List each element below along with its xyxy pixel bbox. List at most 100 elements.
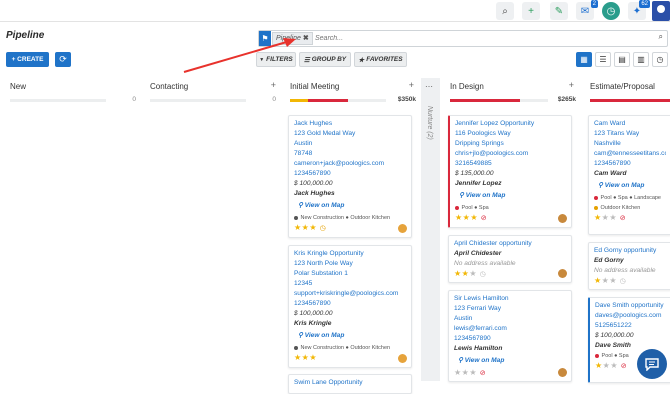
column-nurture-collapsed[interactable]: ⋯ Nurture (2) — [421, 78, 440, 381]
priority-stars[interactable]: ★★★ ◷ — [594, 276, 666, 287]
activity-clock-icon[interactable]: ◷ — [480, 271, 487, 278]
stars-filled: ★★★ — [294, 353, 318, 362]
overdue-icon[interactable]: ⊘ — [620, 215, 626, 222]
mail-icon[interactable]: ✉ 2 — [576, 0, 598, 20]
priority-stars[interactable]: ★★★ ⊘ — [455, 213, 566, 224]
opportunity-card[interactable]: Ed Gorny opportunity Ed Gorny No address… — [588, 242, 670, 290]
view-on-map-link[interactable]: ⚲ View on Map — [598, 181, 666, 191]
card-title[interactable]: Kris Kringle Opportunity — [294, 249, 406, 259]
search-bar[interactable]: ⚑ Pipeline✖ ⌕ — [258, 30, 668, 47]
card-city[interactable]: Polar Substation 1 — [294, 269, 406, 279]
tag-dot — [294, 345, 298, 350]
card-address[interactable]: 123 Ferrari Way — [454, 304, 566, 314]
assignee-avatar[interactable] — [398, 354, 407, 363]
bookmark-icon[interactable]: ⚑ — [259, 31, 271, 46]
card-email[interactable]: daves@poologics.com — [595, 311, 666, 321]
assignee-avatar[interactable] — [558, 269, 567, 278]
card-address[interactable]: 123 Gold Medal Way — [294, 129, 406, 139]
search-icon[interactable]: ⌕ — [659, 32, 663, 42]
priority-stars[interactable]: ★★★ ◷ — [454, 269, 566, 280]
opportunity-card[interactable]: Kris Kringle Opportunity 123 North Pole … — [288, 245, 412, 368]
user-avatar[interactable] — [652, 1, 670, 21]
overdue-icon[interactable]: ⊘ — [480, 370, 486, 377]
view-on-map-label: View on Map — [464, 357, 505, 364]
overdue-icon[interactable]: ⊘ — [481, 215, 487, 222]
card-phone[interactable]: 1234567890 — [294, 299, 406, 309]
opportunity-card[interactable]: Swim Lane Opportunity — [288, 374, 412, 394]
list-view-icon[interactable]: ☰ — [595, 52, 611, 67]
card-email[interactable]: chris+jlo@poologics.com — [455, 149, 566, 159]
card-city[interactable]: Austin — [294, 139, 406, 149]
grid-view-icon[interactable]: ▤ — [614, 52, 630, 67]
assignee-avatar[interactable] — [398, 224, 407, 233]
priority-stars[interactable]: ★★★ — [294, 353, 406, 363]
card-zip[interactable]: 12345 — [294, 279, 406, 289]
card-address[interactable]: 116 Poologics Way — [455, 129, 566, 139]
card-phone[interactable]: 3216549885 — [455, 159, 566, 169]
activity-view-icon[interactable]: ◷ — [652, 52, 668, 67]
card-email[interactable]: cameron+jack@poologics.com — [294, 159, 406, 169]
card-title[interactable]: Sir Lewis Hamilton — [454, 294, 566, 304]
add-icon[interactable]: + — [271, 80, 276, 90]
add-icon[interactable]: + — [409, 80, 414, 90]
opportunity-card[interactable]: Jack Hughes 123 Gold Medal Way Austin 78… — [288, 115, 412, 238]
refresh-button[interactable]: ⟳ — [55, 52, 71, 67]
add-icon[interactable]: + — [569, 80, 574, 90]
edit-icon[interactable]: ✎ — [550, 2, 568, 20]
priority-stars[interactable]: ★★★ ⊘ — [454, 368, 566, 379]
assignee-avatar[interactable] — [558, 214, 567, 223]
opportunity-card[interactable]: April Chidester opportunity April Chides… — [448, 235, 572, 283]
opportunity-card[interactable]: Jennifer Lopez Opportunity 116 Poologics… — [448, 115, 572, 228]
card-zip[interactable]: 78748 — [294, 149, 406, 159]
card-title[interactable]: Jack Hughes — [294, 119, 406, 129]
card-tags-text: Pool ● Spa ● Landscape — [600, 195, 661, 201]
add-icon[interactable]: + — [522, 2, 540, 20]
view-on-map-link[interactable]: ⚲ View on Map — [458, 356, 566, 366]
assignee-avatar[interactable] — [558, 368, 567, 377]
close-icon[interactable]: ✖ — [303, 35, 309, 42]
kanban-view-icon[interactable]: ▦ — [576, 52, 592, 67]
card-phone[interactable]: 1234567890 — [294, 169, 406, 179]
star-icon: ★ — [358, 56, 365, 64]
view-on-map-link[interactable]: ⚲ View on Map — [298, 331, 406, 341]
card-city[interactable]: Austin — [454, 314, 566, 324]
card-phone[interactable]: 1234567890 — [594, 159, 666, 169]
clock-icon[interactable]: ◷ — [602, 2, 620, 20]
notifications-icon[interactable]: ✦ 62 — [628, 0, 650, 20]
graph-view-icon[interactable]: ▥ — [633, 52, 649, 67]
card-email[interactable]: lewis@ferrari.com — [454, 324, 566, 334]
card-title[interactable]: April Chidester opportunity — [454, 239, 566, 249]
card-address[interactable]: 123 North Pole Way — [294, 259, 406, 269]
create-button[interactable]: + CREATE — [6, 52, 49, 67]
more-icon[interactable]: ⋯ — [425, 82, 433, 91]
card-title[interactable]: Jennifer Lopez Opportunity — [455, 119, 566, 129]
card-email[interactable]: support+kriskringle@poologics.com — [294, 289, 406, 299]
overdue-icon[interactable]: ⊘ — [621, 363, 627, 370]
card-title[interactable]: Dave Smith opportunity — [595, 301, 666, 311]
search-facet[interactable]: Pipeline ✖ — [272, 32, 313, 45]
card-city[interactable]: Dripping Springs — [455, 139, 566, 149]
view-on-map-link[interactable]: ⚲ View on Map — [298, 201, 406, 211]
group-by-button[interactable]: ☰ GROUP BY — [299, 52, 351, 67]
card-phone[interactable]: 5125651222 — [595, 321, 666, 331]
card-city[interactable]: Nashville — [594, 139, 666, 149]
priority-stars[interactable]: ★★★ ◷ — [294, 223, 406, 234]
filters-button[interactable]: ▼ FILTERS — [256, 52, 296, 67]
search-input[interactable] — [315, 32, 645, 45]
favorites-button[interactable]: ★ FAVORITES — [354, 52, 407, 67]
card-phone[interactable]: 1234567890 — [454, 334, 566, 344]
activity-clock-icon[interactable]: ◷ — [620, 278, 627, 285]
activity-clock-icon[interactable]: ◷ — [320, 225, 327, 232]
card-title[interactable]: Cam Ward — [594, 119, 666, 129]
view-on-map-link[interactable]: ⚲ View on Map — [459, 191, 566, 201]
chat-button[interactable] — [637, 349, 667, 379]
stars-empty: ★★ — [601, 213, 618, 222]
opportunity-card[interactable]: Cam Ward 123 Titans Way Nashville cam@te… — [588, 115, 670, 235]
opportunity-card[interactable]: Sir Lewis Hamilton 123 Ferrari Way Austi… — [448, 290, 572, 382]
priority-stars[interactable]: ★★★ ⊘ — [594, 213, 666, 224]
card-email[interactable]: cam@tennesseetitans.com — [594, 149, 666, 159]
card-title[interactable]: Swim Lane Opportunity — [294, 378, 406, 388]
card-address[interactable]: 123 Titans Way — [594, 129, 666, 139]
card-title[interactable]: Ed Gorny opportunity — [594, 246, 666, 256]
search-icon[interactable]: ⌕ — [496, 2, 514, 20]
